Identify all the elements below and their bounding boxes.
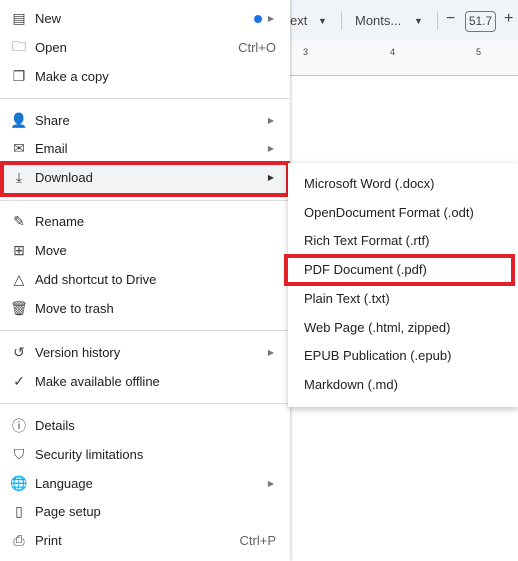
menu-item-label: Share bbox=[35, 113, 70, 128]
shortcut: Ctrl+O bbox=[238, 40, 276, 55]
menu-item-make-a-copy[interactable]: ❐ Make a copy bbox=[0, 62, 290, 91]
increase-font-button[interactable]: + bbox=[504, 10, 513, 28]
decrease-font-button[interactable]: − bbox=[446, 10, 455, 28]
submenu-arrow-icon: ▶ bbox=[267, 173, 274, 182]
menu-item-label: Security limitations bbox=[35, 447, 144, 462]
menu-item-label: Language bbox=[35, 476, 93, 491]
ruler-mark: 4 bbox=[390, 47, 396, 57]
menu-item-label: Page setup bbox=[35, 504, 101, 519]
move-folder-icon: ⊞ bbox=[13, 242, 25, 258]
menu-item-label: Make available offline bbox=[35, 374, 160, 389]
menu-item-download[interactable]: ⤓ Download ▶ bbox=[0, 163, 290, 192]
menu-item-label: Move to trash bbox=[35, 301, 114, 316]
divider bbox=[0, 330, 290, 331]
menu-item-email[interactable]: ✉ Email ▶ bbox=[0, 134, 290, 163]
menu-item-print[interactable]: ⎙ Print Ctrl+P bbox=[0, 526, 290, 555]
download-option[interactable]: Markdown (.md) bbox=[304, 377, 398, 392]
download-option[interactable]: EPUB Publication (.epub) bbox=[304, 348, 451, 363]
style-dropdown[interactable]: ext bbox=[290, 13, 307, 28]
divider bbox=[437, 12, 438, 30]
drive-shortcut-icon: △ bbox=[13, 271, 25, 287]
shortcut: Ctrl+P bbox=[239, 533, 276, 548]
font-dropdown[interactable]: Monts... bbox=[355, 13, 401, 28]
menu-item-add-shortcut-to-drive[interactable]: △ Add shortcut to Drive bbox=[0, 265, 290, 294]
download-option[interactable]: Web Page (.html, zipped) bbox=[304, 320, 450, 335]
menu-item-share[interactable]: 👤 Share ▶ bbox=[0, 106, 290, 135]
page-setup-icon: ▯ bbox=[15, 503, 23, 519]
download-option[interactable]: Plain Text (.txt) bbox=[304, 291, 390, 306]
menu-item-page-setup[interactable]: ▯ Page setup bbox=[0, 497, 290, 526]
globe-icon: 🌐 bbox=[10, 475, 28, 491]
menu-item-move[interactable]: ⊞ Move bbox=[0, 236, 290, 265]
menu-item-label: Make a copy bbox=[35, 69, 109, 84]
chevron-down-icon[interactable]: ▼ bbox=[414, 16, 423, 26]
divider bbox=[0, 98, 290, 99]
menu-item-move-to-trash[interactable]: 🗑 Move to trash bbox=[0, 294, 290, 323]
pdf-highlight-box bbox=[284, 254, 515, 286]
new-badge-dot bbox=[254, 14, 262, 23]
download-option[interactable]: Rich Text Format (.rtf) bbox=[304, 233, 429, 248]
divider bbox=[0, 403, 290, 404]
chevron-down-icon[interactable]: ▼ bbox=[318, 16, 327, 26]
submenu-arrow-icon: ▶ bbox=[267, 348, 274, 357]
submenu-arrow-icon: ▶ bbox=[267, 144, 274, 153]
menu-item-label: Rename bbox=[35, 214, 85, 229]
info-icon: ⓘ bbox=[12, 417, 26, 434]
submenu-arrow-icon: ▶ bbox=[267, 479, 274, 488]
menu-item-rename[interactable]: ✎ Rename bbox=[0, 207, 290, 236]
menu-item-label: Add shortcut to Drive bbox=[35, 272, 157, 287]
history-icon: ↺ bbox=[13, 344, 25, 360]
copy-icon: ❐ bbox=[12, 68, 26, 84]
menu-item-make-available-offline[interactable]: ✓ Make available offline bbox=[0, 367, 290, 396]
menu-item-new[interactable]: ▤ New ▶ bbox=[0, 4, 290, 33]
font-size-input[interactable]: 51.7 bbox=[465, 11, 496, 32]
shield-icon: ⛉ bbox=[13, 446, 25, 462]
rename-icon: ✎ bbox=[13, 213, 25, 229]
ruler-mark: 5 bbox=[476, 47, 482, 57]
divider bbox=[341, 12, 342, 30]
menu-item-label: Download bbox=[35, 170, 93, 185]
download-option[interactable]: OpenDocument Format (.odt) bbox=[304, 205, 474, 220]
print-icon: ⎙ bbox=[13, 532, 25, 548]
menu-item-security-limitations[interactable]: ⛉ Security limitations bbox=[0, 440, 290, 469]
menu-item-label: Print bbox=[35, 533, 62, 548]
person-add-icon: 👤 bbox=[10, 112, 28, 128]
document-icon: ▤ bbox=[12, 10, 26, 26]
menu-item-label: Open bbox=[35, 40, 67, 55]
submenu-arrow-icon: ▶ bbox=[267, 14, 274, 23]
menu-item-label: Details bbox=[35, 418, 75, 433]
submenu-arrow-icon: ▶ bbox=[267, 116, 274, 125]
divider bbox=[0, 200, 290, 201]
menu-item-label: New bbox=[35, 11, 62, 26]
ruler-mark: 3 bbox=[303, 47, 309, 57]
menu-item-label: Move bbox=[35, 243, 67, 258]
menu-item-details[interactable]: ⓘ Details bbox=[0, 411, 290, 440]
menu-item-open[interactable]: 🗀 Open Ctrl+O bbox=[0, 33, 290, 62]
file-menu: ▤ New ▶ 🗀 Open Ctrl+O ❐ Make a copy 👤 Share ▶ ✉ Emai… bbox=[0, 0, 290, 561]
download-option[interactable]: Microsoft Word (.docx) bbox=[304, 176, 435, 191]
menu-item-version-history[interactable]: ↺ Version history ▶ bbox=[0, 338, 290, 367]
trash-icon: 🗑 bbox=[10, 300, 28, 316]
menu-item-label: Version history bbox=[35, 345, 121, 360]
folder-icon: 🗀 bbox=[12, 37, 26, 54]
menu-item-label: Email bbox=[35, 141, 68, 156]
email-icon: ✉ bbox=[13, 140, 25, 156]
offline-icon: ✓ bbox=[13, 373, 25, 389]
menu-item-language[interactable]: 🌐 Language ▶ bbox=[0, 469, 290, 498]
download-icon: ⤓ bbox=[15, 169, 23, 185]
